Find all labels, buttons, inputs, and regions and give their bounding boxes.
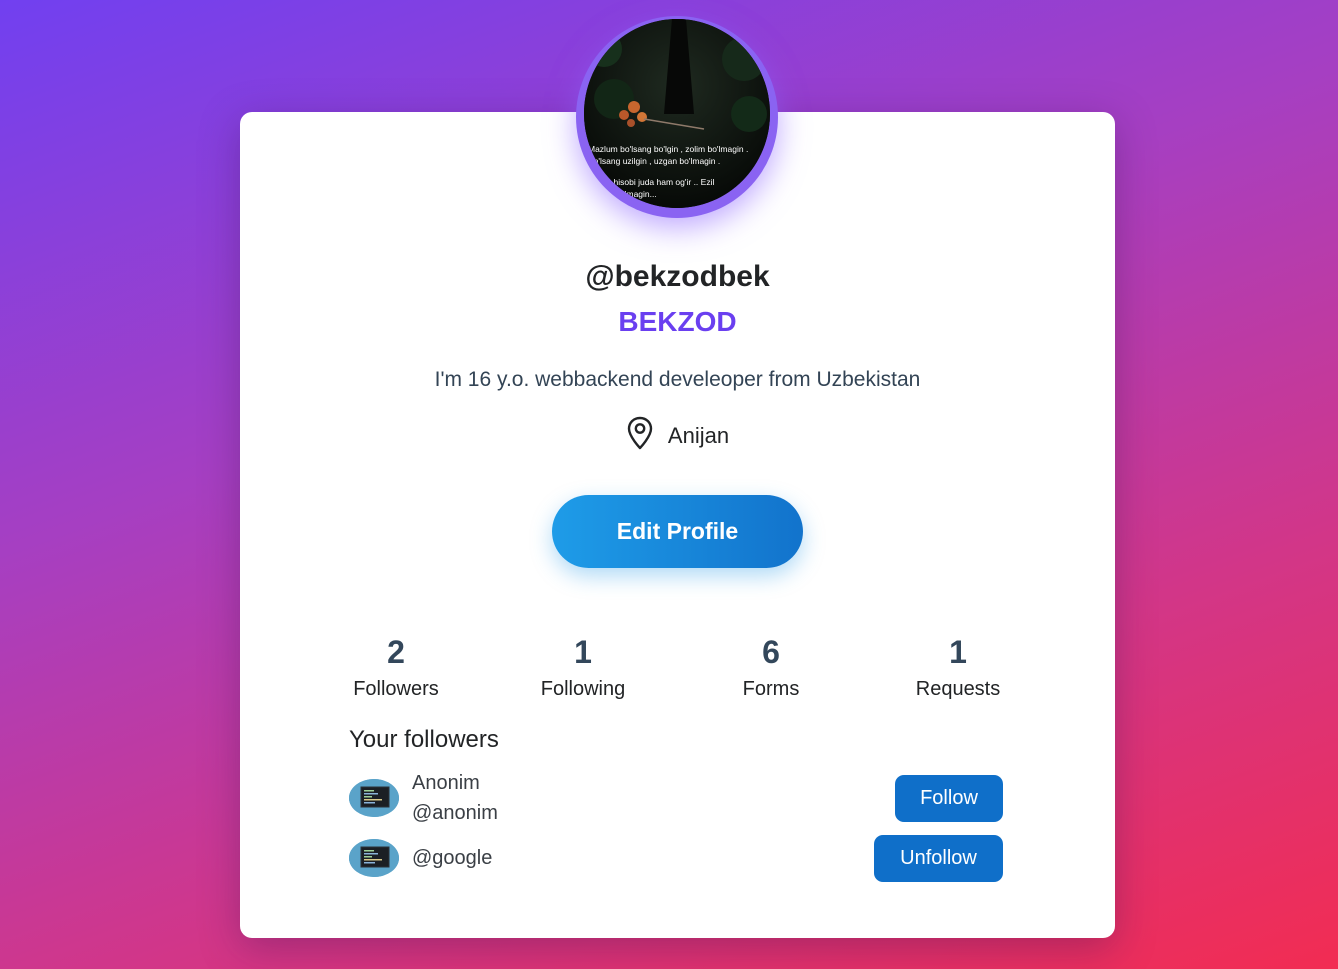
- map-pin-icon: [626, 416, 654, 455]
- avatar-caption-line: Mazlum bo'lsang bo'lgin , zolim bo'lmagi…: [588, 144, 748, 154]
- stat-forms[interactable]: 6 Forms: [696, 630, 846, 701]
- follow-button[interactable]: Follow: [895, 775, 1003, 822]
- profile-avatar[interactable]: Mazlum bo'lsang bo'lgin , zolim bo'lmagi…: [584, 19, 770, 208]
- follower-handle[interactable]: @google: [412, 847, 492, 870]
- stat-following[interactable]: 1 Following: [508, 630, 658, 701]
- full-name: BEKZOD: [618, 306, 737, 337]
- stat-value: 1: [949, 634, 967, 670]
- stat-value: 6: [762, 634, 780, 670]
- avatar-caption-line: Bo'lsang uzilgin , uzgan bo'lmagin .: [588, 156, 720, 166]
- stat-label: Following: [540, 678, 626, 700]
- username: @bekzodbek: [585, 260, 770, 293]
- edit-profile-button[interactable]: Edit Profile: [552, 495, 803, 568]
- stat-value: 2: [387, 634, 405, 670]
- followers-section-title: Your followers: [349, 726, 499, 753]
- stat-followers[interactable]: 2 Followers: [321, 630, 471, 701]
- list-item: @google Unfollow: [349, 834, 1003, 886]
- avatar-caption-line: Narda hisobi juda ham og'ir .. Ezil: [588, 177, 714, 187]
- profile-card: @bekzodbek BEKZOD I'm 16 y.o. webbackend…: [240, 112, 1115, 938]
- stat-value: 1: [574, 634, 592, 670]
- location: Anijan: [240, 416, 1115, 455]
- profile-avatar-ring: Mazlum bo'lsang bo'lgin , zolim bo'lmagi…: [576, 16, 778, 218]
- stat-label: Requests: [915, 678, 1001, 700]
- unfollow-button[interactable]: Unfollow: [874, 835, 1003, 882]
- bio: I'm 16 y.o. webbackend develeoper from U…: [434, 368, 921, 391]
- avatar[interactable]: [349, 839, 399, 877]
- stat-label: Forms: [742, 678, 800, 700]
- avatar[interactable]: [349, 779, 399, 817]
- follower-handle[interactable]: @anonim: [412, 802, 498, 825]
- stat-label: Followers: [353, 678, 439, 700]
- location-text: Anijan: [667, 422, 730, 448]
- follower-name: Anonim: [412, 772, 480, 794]
- stat-requests[interactable]: 1 Requests: [883, 630, 1033, 701]
- list-item: Anonim @anonim Follow: [349, 772, 1003, 832]
